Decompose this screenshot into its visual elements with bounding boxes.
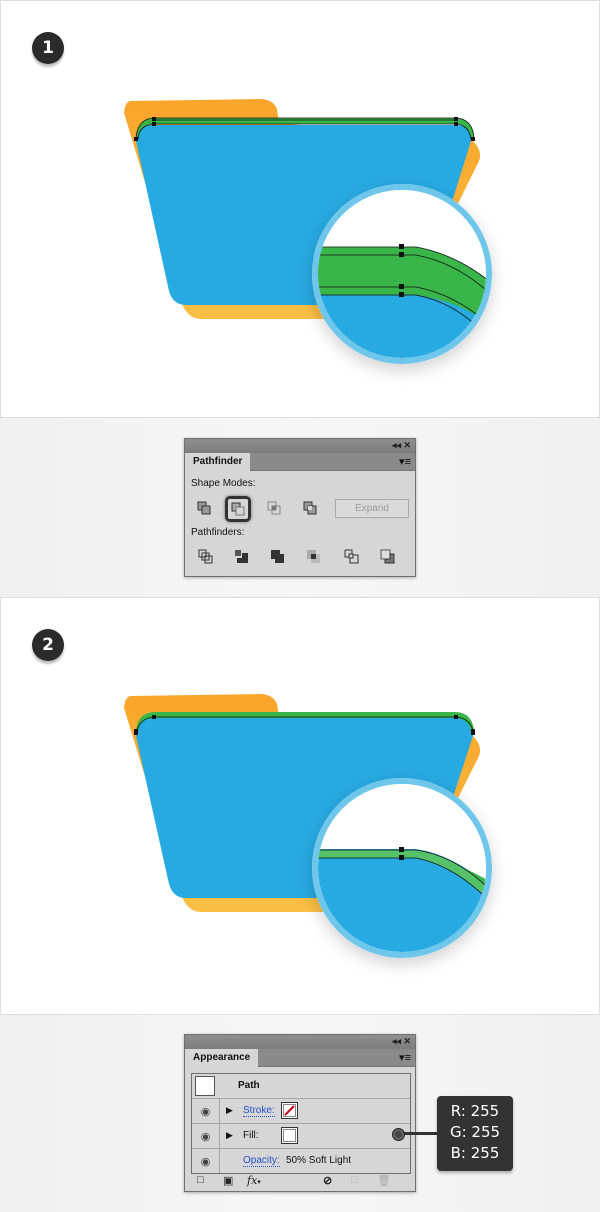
opacity-row[interactable]: ◉ Opacity: 50% Soft Light xyxy=(192,1149,410,1173)
rgb-callout: R: 255 G: 255 B: 255 xyxy=(437,1096,513,1171)
exclude-button[interactable] xyxy=(299,497,321,519)
tab-appearance[interactable]: Appearance xyxy=(185,1049,259,1067)
appearance-list: Path ◉ ▶ Stroke: ◉ ▶ Fill: ◉ Opacity: 50… xyxy=(191,1073,411,1174)
path-thumbnail xyxy=(195,1076,215,1096)
minus-front-icon xyxy=(231,502,245,516)
illustration-step-2: 2 xyxy=(0,597,600,1015)
add-fill-icon[interactable]: ▣ xyxy=(223,1174,233,1187)
tab-pathfinder[interactable]: Pathfinder xyxy=(185,453,251,471)
stroke-link[interactable]: Stroke: xyxy=(243,1105,275,1117)
outline-icon xyxy=(344,549,359,564)
path-row[interactable]: Path xyxy=(192,1074,410,1099)
duplicate-icon[interactable]: □ xyxy=(351,1174,358,1186)
rgb-red: R: 255 xyxy=(450,1102,500,1120)
stroke-swatch[interactable] xyxy=(281,1102,298,1119)
illustration-step-1: 1 xyxy=(0,0,600,418)
folder-illustration xyxy=(124,694,492,958)
double-arrow-left-icon[interactable]: ◂◂ xyxy=(392,1036,401,1047)
crop-button[interactable] xyxy=(303,546,325,568)
trim-icon xyxy=(235,550,248,563)
close-icon[interactable]: ✕ xyxy=(403,440,411,451)
eye-icon[interactable]: ◉ xyxy=(192,1124,220,1148)
pathfinder-panel: ◂◂ ✕ Pathfinder ▾≡ Shape Modes: Expand P… xyxy=(184,438,416,577)
double-arrow-left-icon[interactable]: ◂◂ xyxy=(392,440,401,451)
divide-button[interactable] xyxy=(195,546,217,568)
callout-anchor-dot xyxy=(392,1128,405,1141)
intersect-icon xyxy=(267,501,281,515)
eye-icon[interactable]: ◉ xyxy=(192,1149,220,1173)
fx-icon[interactable]: fx▾ xyxy=(247,1174,261,1187)
fill-label: Fill: xyxy=(243,1130,259,1141)
unite-button[interactable] xyxy=(193,497,215,519)
rgb-green: G: 255 xyxy=(449,1123,501,1141)
shape-modes-label: Shape Modes: xyxy=(191,478,256,489)
merge-icon xyxy=(271,550,284,563)
appearance-toolbar: □ ▣ fx▾ ⊘ □ 🗑 xyxy=(185,1171,415,1191)
panel-menu-icon[interactable]: ▾≡ xyxy=(399,455,411,468)
stroke-row[interactable]: ◉ ▶ Stroke: xyxy=(192,1099,410,1124)
outline-button[interactable] xyxy=(341,546,363,568)
fill-row[interactable]: ◉ ▶ Fill: xyxy=(192,1124,410,1149)
panel-titlebar[interactable]: ◂◂ ✕ xyxy=(185,1035,415,1049)
add-stroke-icon[interactable]: □ xyxy=(197,1174,204,1186)
folder-illustration xyxy=(124,99,492,364)
minus-back-icon xyxy=(380,549,395,564)
expand-triangle-icon[interactable]: ▶ xyxy=(226,1105,233,1116)
merge-button[interactable] xyxy=(267,546,289,568)
no-color-icon xyxy=(284,1105,295,1116)
unite-icon xyxy=(197,501,211,515)
path-label: Path xyxy=(238,1080,260,1091)
pathfinders-label: Pathfinders: xyxy=(191,527,245,538)
rgb-blue: B: 255 xyxy=(450,1144,500,1162)
appearance-panel: ◂◂ ✕ Appearance ▾≡ Path ◉ ▶ Stroke: ◉ ▶ … xyxy=(184,1034,416,1192)
fill-swatch[interactable] xyxy=(281,1127,298,1144)
delete-icon[interactable]: 🗑 xyxy=(377,1174,391,1187)
panel-menu-icon[interactable]: ▾≡ xyxy=(399,1051,411,1064)
tab-row: Appearance ▾≡ xyxy=(185,1049,415,1067)
crop-icon xyxy=(307,550,320,563)
minus-back-button[interactable] xyxy=(377,546,399,568)
panel-titlebar[interactable]: ◂◂ ✕ xyxy=(185,439,415,453)
intersect-button[interactable] xyxy=(263,497,285,519)
exclude-icon xyxy=(303,501,317,515)
trim-button[interactable] xyxy=(231,546,253,568)
divide-icon xyxy=(198,549,213,564)
close-icon[interactable]: ✕ xyxy=(403,1036,411,1047)
minus-front-button[interactable] xyxy=(225,496,251,522)
expand-button[interactable]: Expand xyxy=(335,499,409,518)
eye-icon[interactable]: ◉ xyxy=(192,1099,220,1123)
tab-row: Pathfinder ▾≡ xyxy=(185,453,415,471)
expand-triangle-icon[interactable]: ▶ xyxy=(226,1130,233,1141)
opacity-value: 50% Soft Light xyxy=(286,1155,352,1166)
opacity-link[interactable]: Opacity: xyxy=(243,1155,280,1167)
clear-icon[interactable]: ⊘ xyxy=(323,1174,332,1187)
